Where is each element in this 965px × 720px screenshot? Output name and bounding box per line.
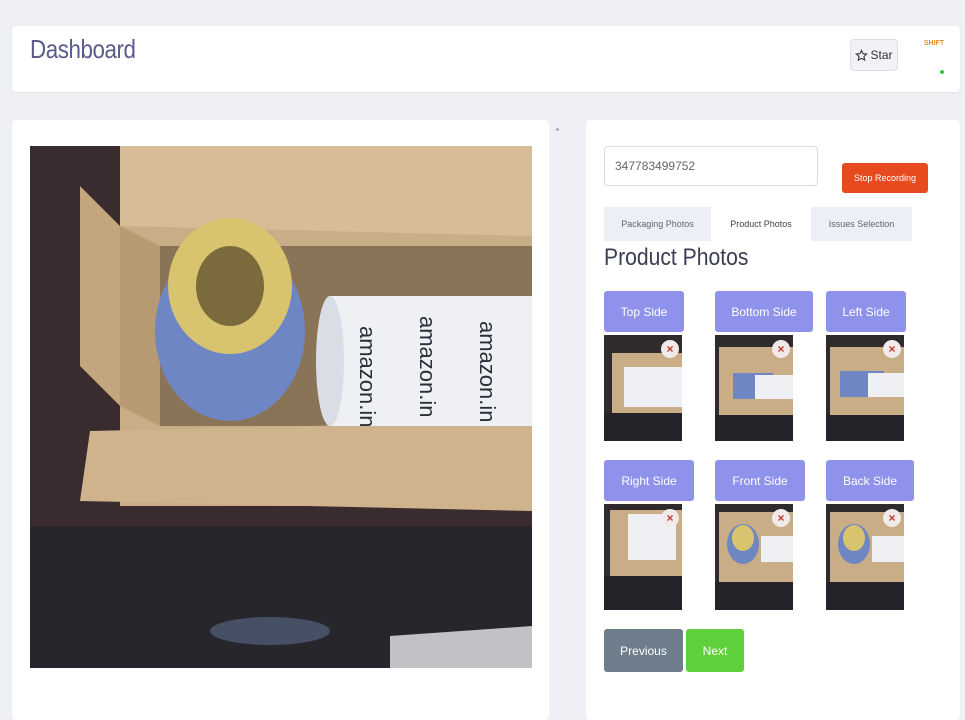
tab-issues-selection[interactable]: Issues Selection [811,207,912,241]
delete-bottom-side-button[interactable]: × [772,340,790,358]
awb-input[interactable] [604,146,818,186]
photo-card-left: Left Side × [826,291,906,441]
tab-product-photos[interactable]: Product Photos [711,207,811,241]
status-text: SHIFT [923,40,945,47]
star-label: Star [870,48,893,62]
right-side-thumbnail: × [604,504,682,610]
photo-card-top: Top Side × [604,291,684,441]
svg-text:amazon.in: amazon.in [475,321,500,423]
photo-card-bottom: Bottom Side × [715,291,813,441]
delete-right-side-button[interactable]: × [661,509,679,527]
tab-bar: Packaging Photos Product Photos Issues S… [604,207,912,241]
page-title: Dashboard [30,34,136,64]
stop-recording-button[interactable]: Stop Recording [842,163,928,193]
status-dot [940,70,944,74]
left-side-button[interactable]: Left Side [826,291,906,332]
delete-left-side-button[interactable]: × [883,340,901,358]
delete-front-side-button[interactable]: × [772,509,790,527]
front-side-button[interactable]: Front Side [715,460,805,501]
previous-button[interactable]: Previous [604,629,683,672]
dashboard-header: Dashboard Star SHIFT [12,26,960,92]
star-button[interactable]: Star [850,39,898,71]
top-side-button[interactable]: Top Side [604,291,684,332]
photo-card-back: Back Side × [826,460,914,610]
front-side-thumbnail: × [715,504,793,610]
section-title: Product Photos [604,244,749,271]
back-side-button[interactable]: Back Side [826,460,914,501]
top-side-thumbnail: × [604,335,682,441]
divider-handle [556,128,559,131]
back-side-thumbnail: × [826,504,904,610]
delete-back-side-button[interactable]: × [883,509,901,527]
delete-top-side-button[interactable]: × [661,340,679,358]
product-photo-panel: Stop Recording Packaging Photos Product … [586,120,960,720]
photo-card-front: Front Side × [715,460,805,610]
photo-card-right: Right Side × [604,460,694,610]
left-side-thumbnail: × [826,335,904,441]
svg-text:amazon.in: amazon.in [355,326,380,428]
bottom-side-button[interactable]: Bottom Side [715,291,813,332]
bottom-side-thumbnail: × [715,335,793,441]
star-icon [855,48,869,61]
right-side-button[interactable]: Right Side [604,460,694,501]
tab-packaging-photos[interactable]: Packaging Photos [604,207,711,241]
camera-feed: amazon.in amazon.in amazon.in [30,146,532,668]
svg-text:amazon.in: amazon.in [415,316,440,418]
camera-panel: amazon.in amazon.in amazon.in [12,120,549,720]
next-button[interactable]: Next [686,629,744,672]
shift-status: SHIFT [916,38,952,84]
